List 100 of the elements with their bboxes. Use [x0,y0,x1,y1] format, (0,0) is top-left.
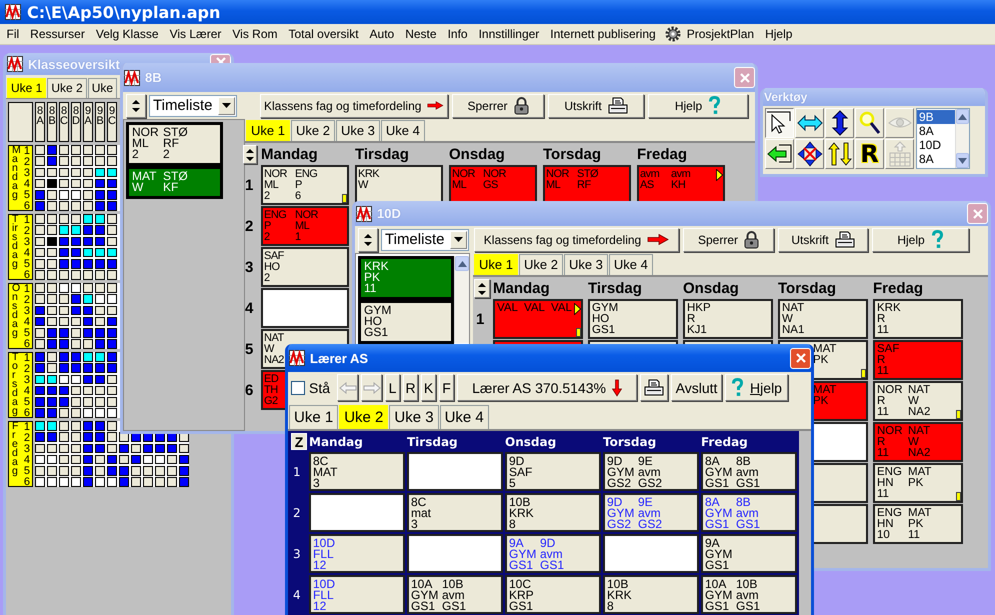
menu-item[interactable]: Neste [400,27,442,41]
menu-item[interactable]: Auto [364,27,400,41]
summary-button[interactable]: Lærer AS 370.5143% [457,374,638,401]
menu-item[interactable]: Velg Klasse [90,27,164,41]
toolbar-button[interactable]: Hjelp [725,374,788,401]
tab[interactable]: Uke 1 [289,405,338,429]
cell-text: 10B KRK 8 [509,497,534,530]
column-header: 8B [47,102,57,142]
toolbar-button[interactable]: Utskrift [548,94,644,118]
tab[interactable]: Uke 3 [389,405,439,429]
list-item[interactable]: 8A [917,124,955,138]
cell-text: ED TH G2 [264,374,278,407]
tab[interactable]: Uke 2 [339,405,388,429]
spin-button[interactable] [126,94,146,118]
tab[interactable]: Uke 1 [246,120,290,141]
menu-item[interactable]: Vis Rom [226,27,283,41]
menu-item[interactable]: ProsjektPlan [681,27,760,41]
filter-button[interactable]: R [403,374,418,401]
menu-item[interactable]: Ressurser [24,27,90,41]
menu-item[interactable]: Total oversikt [283,27,364,41]
toolbar-button[interactable]: Sperrer [452,94,544,118]
tab[interactable]: Uke 3 [336,120,380,141]
period-number: 5 [24,328,30,339]
period-number: 1 [24,284,30,295]
period-number: 6 [24,339,30,350]
period-number: 1 [24,215,30,226]
window-title: C:\E\Ap50\nyplan.apn [27,2,220,22]
view-dropdown[interactable]: Timeliste [149,94,237,116]
menu-item[interactable]: Info [442,27,474,41]
filter-button[interactable]: K [421,374,436,401]
period-number: 6 [24,201,30,212]
toolbar-button[interactable] [640,374,668,401]
tab[interactable]: Uke 2 [518,254,563,275]
up-down-arrows-icon [826,141,852,167]
tab[interactable]: Uke 4 [380,120,425,141]
filter-button[interactable]: L [385,374,400,401]
cell-text: NOR NOR ML GS [452,169,506,191]
period-number: 4 [24,179,30,190]
period-number: 2 [24,433,30,444]
toolbar-button[interactable]: Klassens fag og timefordeling [474,228,679,252]
toolbar-button[interactable]: Klassens fag og timefordeling [260,94,448,118]
menu-item[interactable]: Innstillinger [473,27,545,41]
tab[interactable]: Uke 4 [440,405,489,429]
day-header: Fredag [637,146,688,163]
day-header: Onsdag [683,280,740,297]
checkbox[interactable] [291,380,305,394]
cell-text: 10D FLL 12 [313,538,336,571]
cell-text: NOR STØ ML RF [546,169,598,191]
menu-item[interactable]: Hjelp [760,27,798,41]
spin-button[interactable] [474,279,490,298]
tab[interactable]: Uke 4 [608,254,653,275]
list-item[interactable]: 9B [917,110,955,124]
tool-button[interactable] [765,108,794,138]
tab[interactable]: Uke 1 [7,78,46,98]
lock-icon [514,96,528,114]
day-name: Fredag [12,422,18,479]
period-number: 4 [24,248,30,259]
cell-text: KRK W [358,169,380,191]
period-number: 5 [245,340,254,358]
toolbar-button[interactable]: Sperrer [683,228,774,252]
toolbar-button[interactable]: Utskrift [778,228,868,252]
day-header: Tirsdag [407,434,459,448]
menu-item[interactable]: Vis Lærer [164,27,227,41]
spin-button[interactable] [243,145,257,164]
tool-button[interactable]: R [855,139,884,169]
view-dropdown[interactable]: Timeliste [381,228,469,250]
tab[interactable]: Uke 2 [47,78,87,98]
tab[interactable]: Uke 1 [474,254,518,275]
day-header: Torsdag [778,280,838,297]
column-header: 9B [95,102,105,142]
day-header: Onsdag [505,434,558,448]
close-button[interactable] [790,348,811,368]
cell-text: HKP R KJ1 [687,303,711,336]
app-icon [5,4,21,20]
toolbar-button[interactable]: Avslutt [671,374,722,401]
list-item[interactable]: 10D [917,138,955,152]
corner-button[interactable]: Z [291,433,307,450]
period-number: 5 [24,190,30,201]
cell-text: NOR NAT R W 11 NA2 [877,385,930,418]
day-header: Fredag [701,434,749,448]
period-number: 4 [245,300,254,316]
list-item[interactable]: 8A [917,152,955,166]
menu-item[interactable]: Internett publisering [544,27,662,41]
cell-text: ENG MAT HN PK 11 [877,467,932,500]
cell-text: 10C KRP GS1 [509,579,534,612]
period-number: 6 [24,270,30,281]
filter-button[interactable]: F [439,374,454,401]
arrow-right-icon [427,100,444,111]
toolbar-button[interactable]: Hjelp [648,94,748,118]
period-number: 5 [24,397,30,408]
menu-item[interactable]: Fil [1,27,25,41]
spin-button[interactable] [358,228,378,252]
cell-text: KRK PK 11 [364,261,389,294]
period-number: 4 [292,588,302,602]
cell-text: 8C MAT 3 [313,456,338,489]
tab[interactable]: Uke [88,78,118,98]
period-number: 2 [24,364,30,375]
tab[interactable]: Uke 3 [564,254,608,275]
tab[interactable]: Uke 2 [290,120,335,141]
toolbar-button[interactable]: Hjelp [872,228,969,252]
